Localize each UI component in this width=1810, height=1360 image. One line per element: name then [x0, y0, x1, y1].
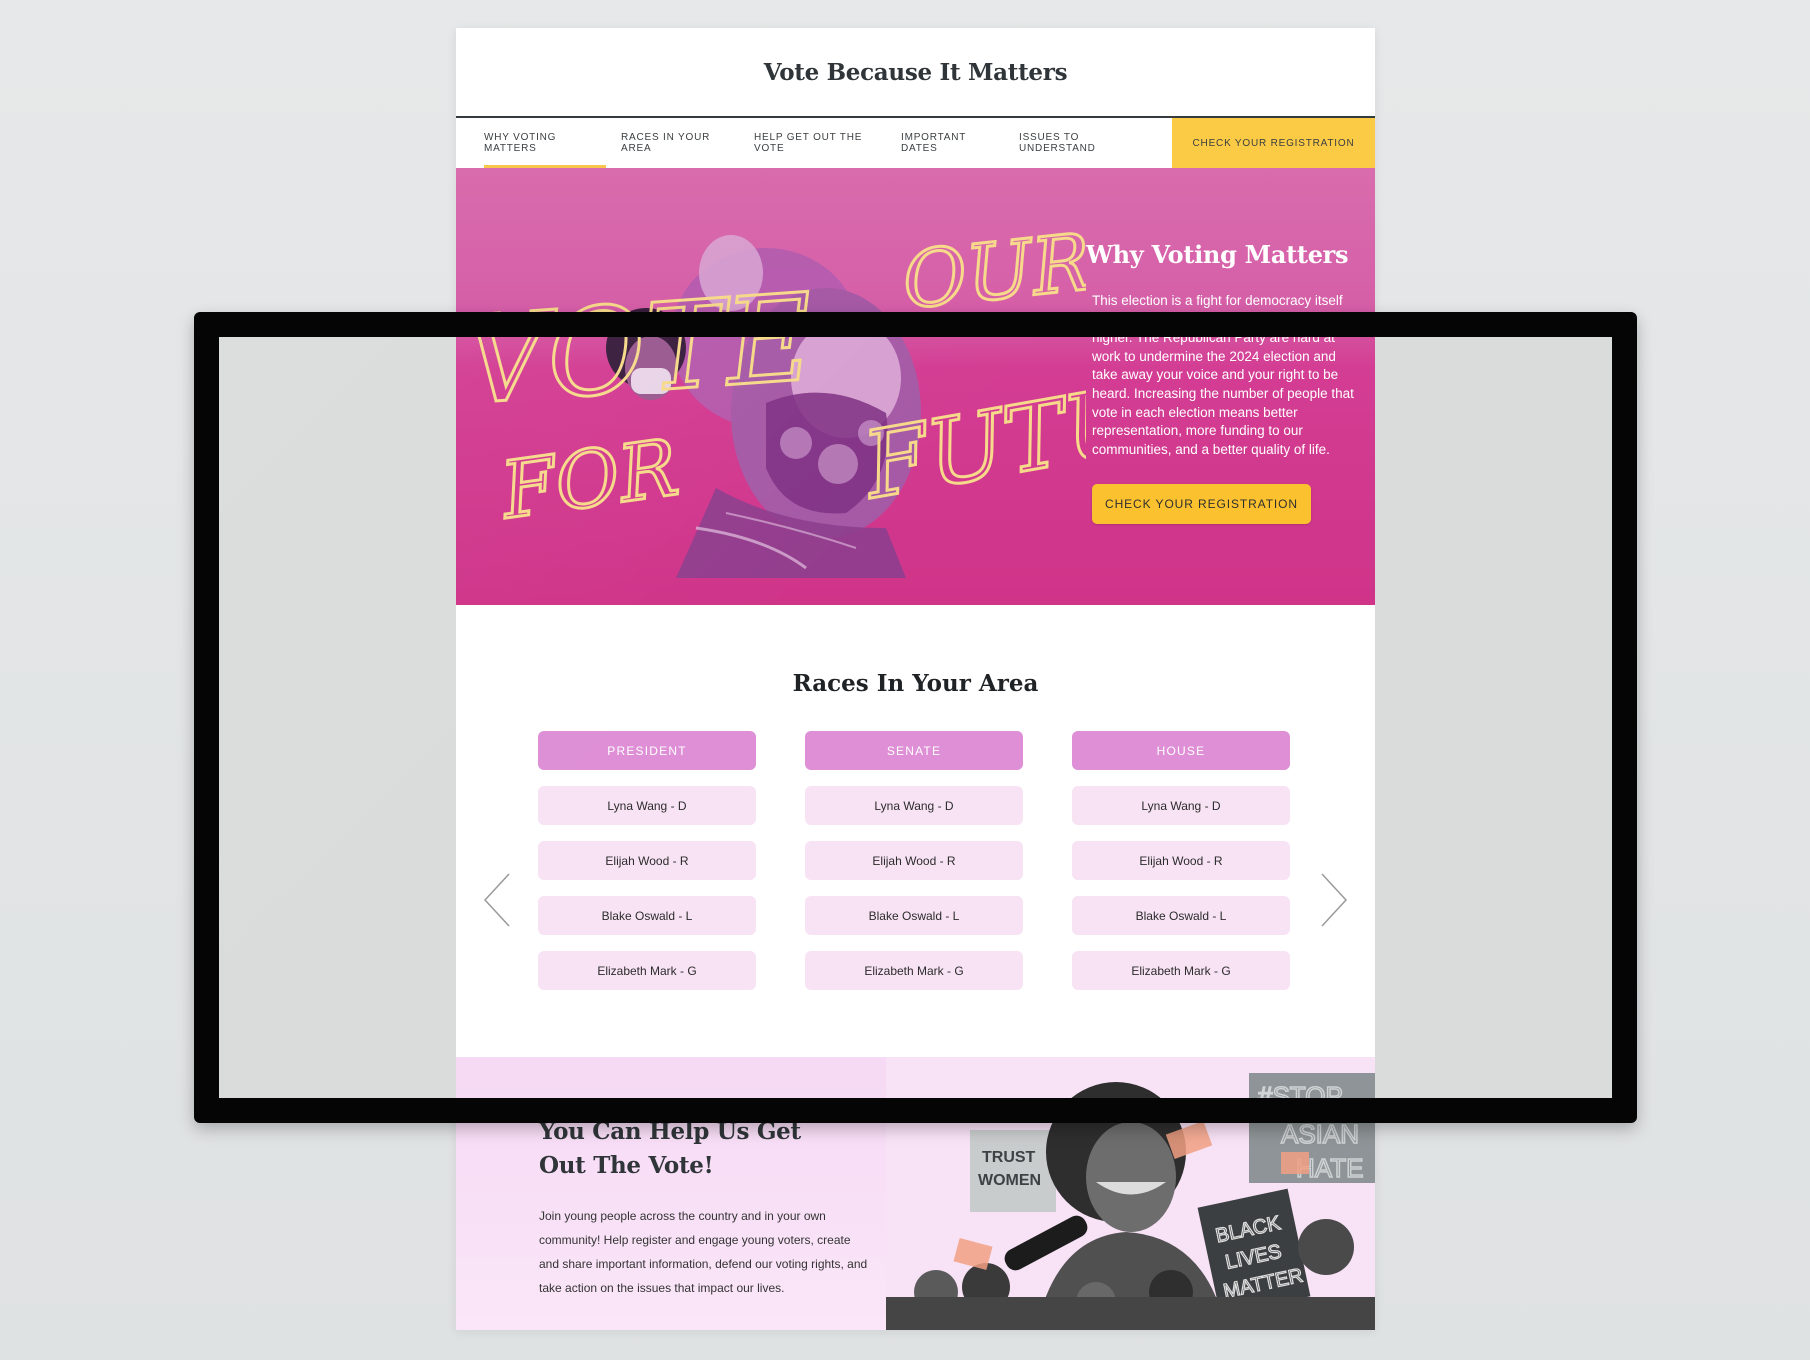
site-header: Vote Because It Matters: [456, 28, 1375, 118]
trust-women-sign: [970, 1130, 1056, 1212]
site-title[interactable]: Vote Because It Matters: [764, 59, 1068, 86]
hero-title: Why Voting Matters: [1086, 240, 1349, 269]
gotv-title-line2: Out The Vote!: [539, 1152, 714, 1179]
nav-item-help-get-out-the-vote[interactable]: HELP GET OUT THE VOTE: [754, 118, 884, 168]
nav-item-important-dates[interactable]: IMPORTANT DATES: [901, 118, 1001, 168]
nav-item-issues-to-understand[interactable]: ISSUES TO UNDERSTAND: [1019, 118, 1149, 168]
sign-text: WOMEN: [978, 1172, 1041, 1189]
gotv-body: Join young people across the country and…: [539, 1209, 868, 1295]
gotv-title: You Can Help Us Get Out The Vote!: [539, 1115, 839, 1183]
nav-item-why-voting-matters[interactable]: WHY VOTING MATTERS: [484, 118, 606, 168]
tablet-glare: [219, 337, 1612, 1098]
nav-check-registration-button[interactable]: CHECK YOUR REGISTRATION: [1172, 118, 1375, 168]
nav-item-races-in-your-area[interactable]: RACES IN YOUR AREA: [621, 118, 733, 168]
sign-text: TRUST: [982, 1149, 1036, 1166]
protester-face: [1086, 1122, 1176, 1232]
main-nav: WHY VOTING MATTERS RACES IN YOUR AREA HE…: [456, 118, 1375, 168]
tablet-frame: [194, 312, 1637, 1123]
sign-text: ASIAN: [1281, 1119, 1359, 1149]
